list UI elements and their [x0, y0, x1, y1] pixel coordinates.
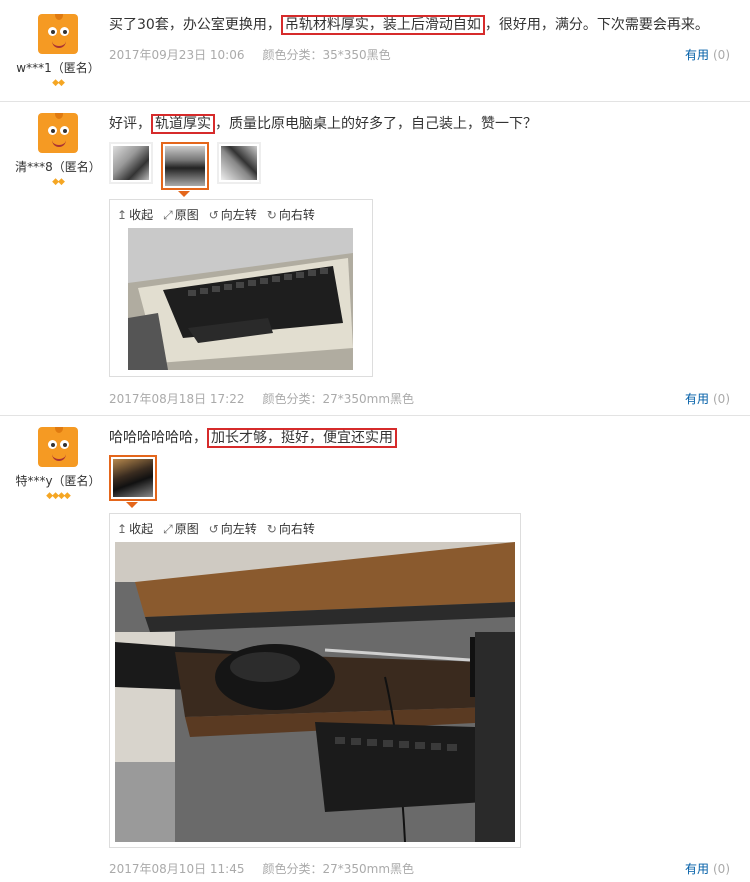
- viewer-toolbar: ↥ 收起 ⤢ 原图 ↺ 向左转 ↻ 向右转: [117, 520, 315, 537]
- review-text: 好评， 轨道厚实 ，质量比原电脑桌上的好多了，自己装上，赞一下？: [109, 114, 537, 134]
- avatar[interactable]: [38, 427, 78, 467]
- rotate-left-button[interactable]: ↺ 向左转: [209, 520, 257, 537]
- color-label: 颜色分类：: [262, 392, 323, 406]
- useful-button[interactable]: 有用 (0): [685, 860, 730, 877]
- useful-button[interactable]: 有用 (0): [685, 390, 730, 407]
- username: 特***y（匿名）: [15, 474, 101, 488]
- user-info: 特***y（匿名） ◆◆◆◆: [10, 427, 106, 501]
- thumbnail-image[interactable]: [217, 142, 261, 184]
- level-icon: ◆◆◆◆: [46, 491, 71, 501]
- avatar[interactable]: [38, 14, 78, 54]
- review-date: 2017年08月10日 11:45: [109, 862, 245, 876]
- color-value: 35*350黑色: [322, 48, 391, 62]
- useful-count: (0): [713, 392, 730, 406]
- expand-icon: ⤢: [163, 208, 173, 222]
- username: w***1（匿名）: [16, 61, 100, 75]
- collapse-button[interactable]: ↥ 收起: [117, 206, 153, 223]
- review-3: 特***y（匿名） ◆◆◆◆ 哈哈哈哈哈哈， 加长才够，挺好，便宜还实用 ↥ 收起 …: [0, 415, 750, 882]
- thumbnail-image[interactable]: [109, 142, 153, 184]
- review-photo[interactable]: [128, 228, 353, 370]
- arrow-up-icon: ↥: [117, 208, 128, 222]
- review-2: 清***8（匿名） ◆◆ 好评， 轨道厚实 ，质量比原电脑桌上的好多了，自己装上，赞…: [0, 101, 750, 416]
- review-date: 2017年09月23日 10:06: [109, 48, 245, 62]
- original-button[interactable]: ⤢ 原图: [163, 520, 199, 537]
- review-text: 哈哈哈哈哈哈， 加长才够，挺好，便宜还实用: [109, 427, 397, 448]
- avatar[interactable]: [38, 113, 78, 153]
- review-meta: 2017年09月23日 10:06 颜色分类：35*350黑色: [109, 46, 391, 63]
- arrow-up-icon: ↥: [117, 522, 128, 536]
- color-label: 颜色分类：: [262, 862, 323, 876]
- keyboard-tray-illustration: [128, 228, 353, 370]
- rotate-left-button[interactable]: ↺ 向左转: [209, 206, 257, 223]
- collapse-button[interactable]: ↥ 收起: [117, 520, 153, 537]
- thumbnail-list: [109, 142, 261, 197]
- highlight-box: 加长才够，挺好，便宜还实用: [207, 428, 397, 448]
- review-date: 2017年08月18日 17:22: [109, 392, 245, 406]
- rotate-left-icon: ↺: [208, 208, 219, 222]
- useful-count: (0): [713, 48, 730, 62]
- color-value: 27*350mm黑色: [322, 392, 415, 406]
- color-label: 颜色分类：: [262, 48, 323, 62]
- color-value: 27*350mm黑色: [322, 862, 415, 876]
- highlight-box: 轨道厚实: [151, 114, 215, 134]
- rotate-left-icon: ↺: [208, 522, 219, 536]
- viewer-toolbar: ↥ 收起 ⤢ 原图 ↺ 向左转 ↻ 向右转: [117, 206, 315, 223]
- thumbnail-list: [109, 455, 157, 508]
- username: 清***8（匿名）: [15, 160, 101, 174]
- rotate-right-icon: ↻: [266, 522, 277, 536]
- level-icon: ◆◆: [52, 78, 65, 88]
- desk-keyboard-mouse-illustration: [115, 542, 515, 842]
- review-1: w***1（匿名） ◆◆ 买了30套，办公室更换用， 吊轨材料厚实，装上后滑动自如…: [0, 0, 750, 102]
- thumbnail-image-selected[interactable]: [109, 455, 157, 508]
- user-info: w***1（匿名） ◆◆: [10, 14, 106, 88]
- image-viewer: ↥ 收起 ⤢ 原图 ↺ 向左转 ↻ 向右转: [109, 513, 521, 848]
- review-meta: 2017年08月10日 11:45 颜色分类：27*350mm黑色: [109, 860, 414, 877]
- rotate-right-button[interactable]: ↻ 向右转: [267, 520, 315, 537]
- review-text: 买了30套，办公室更换用， 吊轨材料厚实，装上后滑动自如 ，很好用，满分。下次需要会…: [109, 15, 709, 35]
- expand-icon: ⤢: [163, 522, 173, 536]
- useful-count: (0): [713, 862, 730, 876]
- rotate-right-icon: ↻: [266, 208, 277, 222]
- review-meta: 2017年08月18日 17:22 颜色分类：27*350mm黑色: [109, 390, 414, 407]
- user-info: 清***8（匿名） ◆◆: [10, 113, 106, 187]
- rotate-right-button[interactable]: ↻ 向右转: [267, 206, 315, 223]
- level-icon: ◆◆: [52, 177, 65, 187]
- useful-button[interactable]: 有用 (0): [685, 46, 730, 63]
- review-photo[interactable]: [115, 542, 515, 842]
- thumbnail-image-selected[interactable]: [161, 142, 209, 197]
- highlight-box: 吊轨材料厚实，装上后滑动自如: [280, 15, 485, 35]
- image-viewer: ↥ 收起 ⤢ 原图 ↺ 向左转 ↻ 向右转: [109, 199, 373, 377]
- original-button[interactable]: ⤢ 原图: [163, 206, 199, 223]
